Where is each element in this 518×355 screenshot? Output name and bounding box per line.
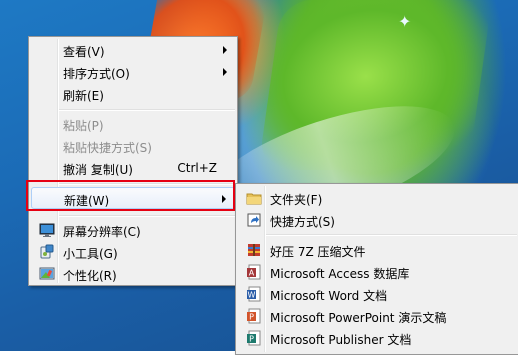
submenu-item-label: Microsoft Publisher 文档 <box>270 333 412 347</box>
menu-item-label: 小工具(G) <box>63 247 118 261</box>
submenu-item-shortcut[interactable]: 快捷方式(S) <box>238 209 517 231</box>
submenu-item-label: Microsoft Access 数据库 <box>270 267 410 281</box>
submenu-item-label: 好压 7Z 压缩文件 <box>270 245 366 259</box>
menu-item-label: 粘贴快捷方式(S) <box>63 141 152 155</box>
submenu-item-powerpoint-presentation[interactable]: P Microsoft PowerPoint 演示文稿 <box>238 305 517 327</box>
menu-item-label: 个性化(R) <box>63 269 117 283</box>
submenu-item-folder[interactable]: 文件夹(F) <box>238 187 517 209</box>
menu-item-shortcut: Ctrl+Z <box>177 161 217 175</box>
powerpoint-icon: P <box>246 308 262 324</box>
menu-item-label: 屏幕分辨率(C) <box>63 225 141 239</box>
new-submenu: 文件夹(F) 快捷方式(S) 好压 7Z 压缩文件 A Microsoft Ac… <box>235 183 518 355</box>
menu-separator <box>266 234 517 236</box>
submenu-item-word-document[interactable]: W Microsoft Word 文档 <box>238 283 517 305</box>
desktop-context-menu: 查看(V) 排序方式(O) 刷新(E) 粘贴(P) 粘贴快捷方式(S) 撤消 复… <box>28 36 238 286</box>
menu-item-paste[interactable]: 粘贴(P) <box>31 113 235 135</box>
menu-item-new[interactable]: 新建(W) <box>31 187 235 209</box>
menu-separator <box>59 215 235 217</box>
shortcut-icon <box>246 212 262 228</box>
screen-resolution-icon <box>39 222 55 238</box>
svg-text:A: A <box>249 269 255 278</box>
menu-item-label: 撤消 复制(U) <box>63 163 133 177</box>
submenu-item-access-database[interactable]: A Microsoft Access 数据库 <box>238 261 517 283</box>
menu-item-personalize[interactable]: 个性化(R) <box>31 263 235 285</box>
menu-item-label: 新建(W) <box>64 194 110 208</box>
submenu-item-label: 文件夹(F) <box>270 193 323 207</box>
archive-icon <box>246 242 262 258</box>
menu-item-sort-by[interactable]: 排序方式(O) <box>31 61 235 83</box>
menu-item-screen-resolution[interactable]: 屏幕分辨率(C) <box>31 219 235 241</box>
folder-icon <box>246 190 262 206</box>
submenu-arrow-icon <box>223 46 227 54</box>
submenu-item-label: Microsoft Word 文档 <box>270 289 388 303</box>
svg-text:W: W <box>248 291 256 300</box>
menu-item-refresh[interactable]: 刷新(E) <box>31 83 235 105</box>
svg-text:P: P <box>249 313 254 322</box>
menu-item-label: 查看(V) <box>63 45 105 59</box>
svg-text:P: P <box>249 335 254 344</box>
menu-item-gadgets[interactable]: 小工具(G) <box>31 241 235 263</box>
menu-item-label: 排序方式(O) <box>63 67 130 81</box>
submenu-item-label: Microsoft PowerPoint 演示文稿 <box>270 311 447 325</box>
submenu-arrow-icon <box>222 195 226 203</box>
submenu-item-label: 快捷方式(S) <box>270 215 335 229</box>
menu-item-paste-shortcut[interactable]: 粘贴快捷方式(S) <box>31 135 235 157</box>
personalize-icon <box>39 266 55 282</box>
menu-item-label: 粘贴(P) <box>63 119 104 133</box>
menu-item-view[interactable]: 查看(V) <box>31 39 235 61</box>
submenu-item-publisher-document[interactable]: P Microsoft Publisher 文档 <box>238 327 517 349</box>
word-icon: W <box>246 286 262 302</box>
menu-item-undo-copy[interactable]: 撤消 复制(U) Ctrl+Z <box>31 157 235 179</box>
gadgets-icon <box>39 244 55 260</box>
menu-separator <box>59 183 235 185</box>
publisher-icon: P <box>246 330 262 346</box>
menu-item-label: 刷新(E) <box>63 89 104 103</box>
submenu-item-7z-archive[interactable]: 好压 7Z 压缩文件 <box>238 239 517 261</box>
butterfly-icon: ✦ <box>398 12 412 31</box>
menu-separator <box>59 109 235 111</box>
access-icon: A <box>246 264 262 280</box>
submenu-arrow-icon <box>223 68 227 76</box>
